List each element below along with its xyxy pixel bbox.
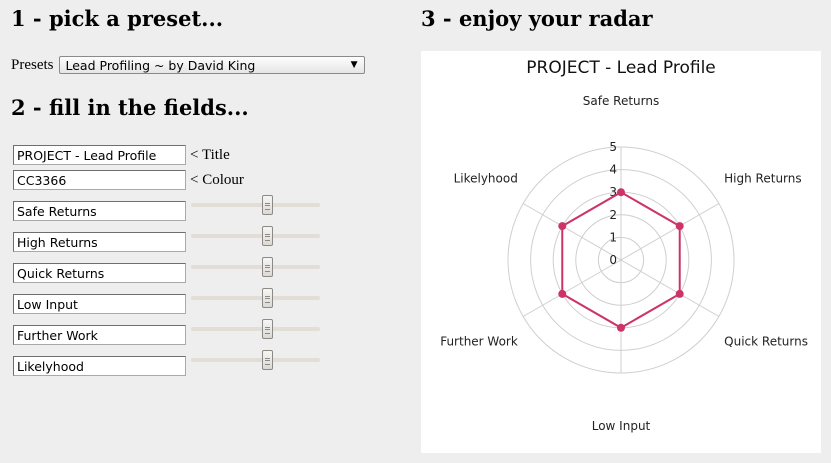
radar-axis-label: Likelyhood [454, 172, 518, 186]
presets-row: Presets Lead Profiling ~ by David King ▼ [11, 55, 365, 75]
slider-track [191, 265, 320, 269]
radar-spoke [620, 259, 720, 317]
colour-hint: < Colour [190, 171, 244, 188]
axis-input-low-input[interactable] [13, 294, 186, 314]
radar-tick-label: 0 [609, 253, 617, 267]
colour-input[interactable] [13, 170, 186, 190]
step-1-heading: 1 - pick a preset... [11, 6, 224, 31]
axis-row-low-input [13, 294, 186, 314]
title-field-row: < Title [13, 145, 230, 165]
radar-spoke [522, 203, 622, 261]
slider-track [191, 327, 320, 331]
axis-row-quick-returns [13, 263, 186, 283]
presets-label: Presets [11, 56, 54, 73]
slider-thumb[interactable] [261, 350, 273, 370]
radar-point [558, 289, 567, 298]
slider-thumb[interactable] [261, 288, 273, 308]
title-input[interactable] [13, 145, 186, 165]
radar-point [675, 289, 684, 298]
radar-point [558, 222, 567, 231]
step-2-heading: 2 - fill in the fields... [11, 95, 249, 120]
radar-spoke [522, 259, 622, 317]
slider-track [191, 296, 320, 300]
axis-input-high-returns[interactable] [13, 232, 186, 252]
axis-input-quick-returns[interactable] [13, 263, 186, 283]
axis-input-likelyhood[interactable] [13, 356, 186, 376]
step-3-heading: 3 - enjoy your radar [421, 6, 653, 31]
preset-select[interactable]: Lead Profiling ~ by David King ▼ [58, 56, 365, 74]
axis-input-further-work[interactable] [13, 325, 186, 345]
axis-slider-further-work[interactable] [191, 319, 320, 339]
axis-input-safe-returns[interactable] [13, 201, 186, 221]
axis-slider-safe-returns[interactable] [191, 195, 320, 215]
slider-thumb[interactable] [261, 195, 273, 215]
chevron-down-icon: ▼ [350, 60, 358, 70]
radar-axis-label: Safe Returns [583, 94, 659, 108]
slider-thumb[interactable] [261, 226, 273, 246]
axis-row-safe-returns [13, 201, 186, 221]
radar-point [617, 323, 625, 332]
axis-row-high-returns [13, 232, 186, 252]
slider-track [191, 203, 320, 207]
axis-slider-high-returns[interactable] [191, 226, 320, 246]
radar-point [617, 188, 625, 197]
axis-slider-quick-returns[interactable] [191, 257, 320, 277]
preset-selected-value: Lead Profiling ~ by David King [65, 57, 256, 73]
axis-row-likelyhood [13, 356, 186, 376]
slider-track [191, 234, 320, 238]
radar-axis-label: Low Input [592, 419, 651, 433]
radar-axis-label: High Returns [724, 172, 801, 186]
radar-point [675, 222, 684, 231]
radar-axis-label: Quick Returns [724, 335, 808, 349]
radar-tick-label: 2 [609, 208, 617, 222]
axis-slider-low-input[interactable] [191, 288, 320, 308]
colour-field-row: < Colour [13, 170, 244, 190]
radar-tick-label: 4 [609, 163, 617, 177]
axis-slider-likelyhood[interactable] [191, 350, 320, 370]
slider-thumb[interactable] [261, 319, 273, 339]
radar-tick-label: 5 [609, 140, 617, 154]
radar-chart: PROJECT - Lead Profile012345Safe Returns… [440, 58, 808, 433]
title-hint: < Title [190, 146, 230, 163]
radar-axis-label: Further Work [440, 335, 518, 349]
chart-title: PROJECT - Lead Profile [526, 58, 716, 78]
radar-spoke [620, 203, 720, 261]
axis-row-further-work [13, 325, 186, 345]
radar-chart-panel: PROJECT - Lead Profile 0 1 2 3 4 5 Safe Returns… [421, 51, 821, 453]
radar-tick-label: 1 [609, 230, 617, 244]
slider-track [191, 358, 320, 362]
slider-thumb[interactable] [261, 257, 273, 277]
